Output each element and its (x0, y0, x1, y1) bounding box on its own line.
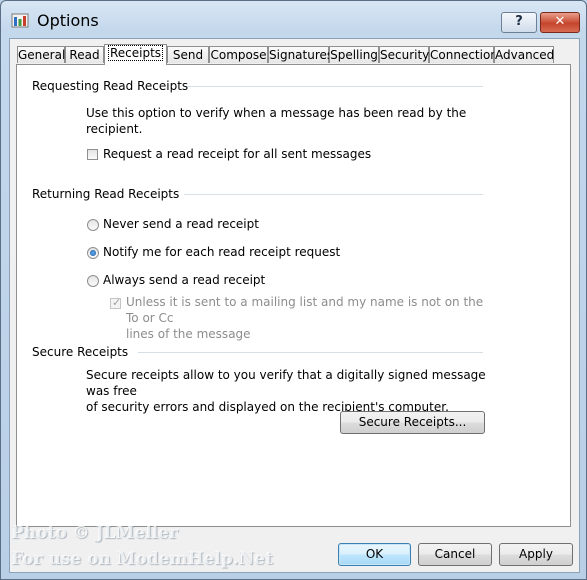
separator (138, 352, 483, 353)
requesting-description: Use this option to verify when a message… (86, 106, 467, 136)
always-send-label[interactable]: Always send a read receipt (103, 273, 265, 287)
help-button[interactable]: ? (501, 12, 537, 33)
mailing-list-exception-checkbox[interactable] (110, 296, 121, 309)
notify-each-label[interactable]: Notify me for each read receipt request (103, 245, 340, 259)
tab-spelling[interactable]: Spelling (329, 46, 379, 63)
secure-heading: Secure Receipts (32, 345, 129, 359)
tab-receipts[interactable]: Receipts (104, 44, 167, 65)
request-receipt-label[interactable]: Request a read receipt for all sent mess… (103, 147, 371, 161)
request-receipt-checkbox[interactable] (87, 149, 98, 160)
apply-button[interactable]: Apply (499, 543, 573, 566)
mailing-list-exception-label: Unless it is sent to a mailing list and … (126, 295, 484, 341)
returning-heading: Returning Read Receipts (32, 187, 180, 201)
close-button[interactable]: ✕ (540, 12, 580, 33)
separator (184, 194, 483, 195)
cancel-button[interactable]: Cancel (418, 543, 492, 566)
tab-signatures[interactable]: Signatures (268, 46, 333, 63)
tab-security[interactable]: Security (379, 46, 429, 63)
always-send-radio[interactable] (87, 275, 99, 287)
tab-general[interactable]: General (17, 46, 65, 63)
dialog-client-area: General Read Receipts Send Compose Signa… (9, 38, 580, 573)
tab-read[interactable]: Read (65, 46, 104, 63)
separator (187, 86, 483, 87)
help-icon: ? (515, 14, 523, 29)
never-send-label[interactable]: Never send a read receipt (103, 217, 259, 231)
tab-connection[interactable]: Connection (429, 46, 498, 63)
window-title: Options (37, 11, 99, 30)
secure-description: Secure receipts allow to you verify that… (86, 368, 486, 414)
watermark-line-1: Photo © JLMeller (11, 523, 178, 543)
tab-send[interactable]: Send (167, 46, 209, 63)
tab-compose[interactable]: Compose (209, 46, 268, 63)
tab-advanced[interactable]: Advanced (494, 46, 554, 63)
requesting-heading: Requesting Read Receipts (32, 79, 189, 93)
receipts-panel: Requesting Read Receipts Use this option… (16, 64, 571, 527)
never-send-radio[interactable] (87, 219, 99, 231)
close-icon: ✕ (554, 14, 566, 29)
title-bar[interactable]: Options ? ✕ (1, 1, 586, 39)
app-icon (11, 13, 29, 28)
secure-receipts-button[interactable]: Secure Receipts... (340, 411, 485, 434)
notify-each-radio[interactable] (87, 247, 99, 259)
ok-button[interactable]: OK (338, 543, 411, 566)
options-dialog: Options ? ✕ General Read Receipts Send C… (0, 0, 587, 580)
watermark-line-2: For use on ModemHelp.Net (11, 549, 273, 569)
